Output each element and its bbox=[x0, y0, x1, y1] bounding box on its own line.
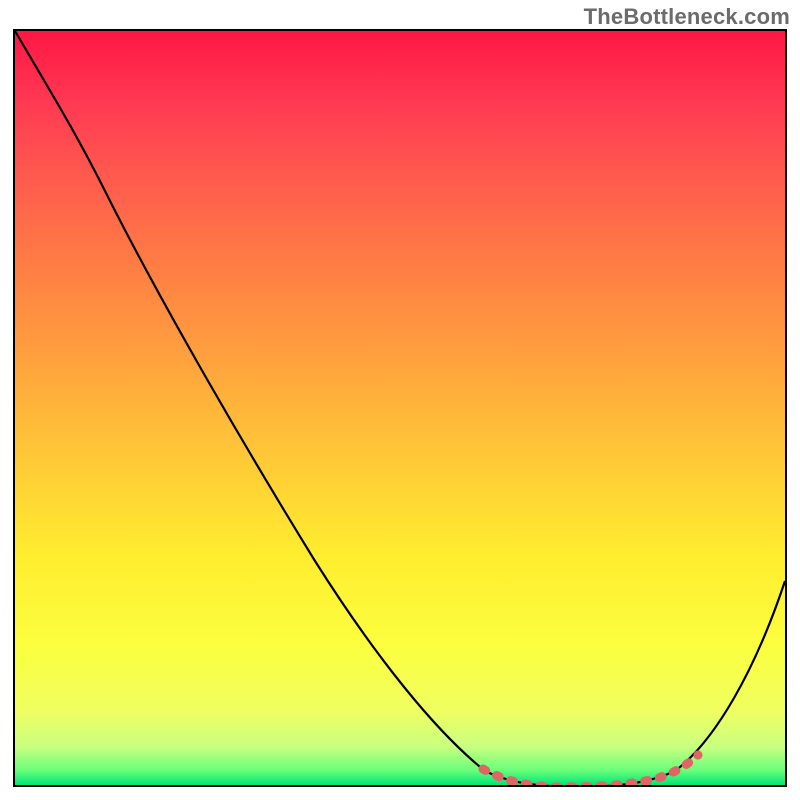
curve-overlay bbox=[15, 31, 785, 785]
highlight-dotted-segment bbox=[483, 755, 698, 785]
bottleneck-curve bbox=[15, 31, 785, 785]
chart-container: TheBottleneck.com bbox=[0, 0, 800, 800]
plot-area bbox=[13, 29, 787, 787]
watermark-text: TheBottleneck.com bbox=[584, 4, 790, 30]
